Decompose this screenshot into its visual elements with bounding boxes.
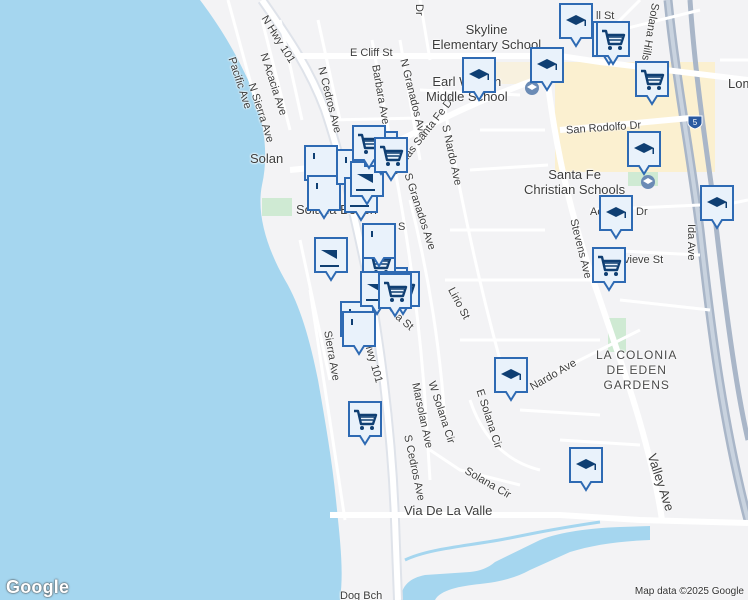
- school-marker[interactable]: [528, 46, 566, 92]
- street-label-ida-ave: Ida Ave: [685, 224, 697, 261]
- cafe-marker[interactable]: [312, 236, 350, 282]
- map-view[interactable]: N Hwy 101 Pacific Ave N Acacia Ave N Sie…: [0, 0, 748, 600]
- school-marker[interactable]: [597, 194, 635, 240]
- school-marker[interactable]: [698, 184, 736, 230]
- restaurant-marker[interactable]: [360, 222, 398, 268]
- restaurant-marker[interactable]: [340, 310, 378, 356]
- school-poi-dot-icon: [641, 175, 655, 189]
- poi-label-skyline-elementary-school: Skyline Elementary School: [432, 22, 542, 52]
- poi-label-santa-fe-christian-schools: Santa Fe Christian Schools: [524, 167, 626, 197]
- shopping-marker[interactable]: [594, 20, 632, 66]
- place-label-solan: Solan: [250, 151, 284, 166]
- map-attribution: Map data ©2025 Google: [634, 586, 744, 597]
- shopping-marker[interactable]: [633, 60, 671, 106]
- area-label-la-colonia-de-eden-gardens: LA COLONIA DE EDEN GARDENS: [596, 348, 678, 392]
- street-label-via-de-la-valle: Via De La Valle: [404, 503, 493, 518]
- school-marker[interactable]: [625, 130, 663, 176]
- street-label-dr-right: Dr: [636, 206, 648, 218]
- shopping-marker[interactable]: [372, 136, 410, 182]
- school-marker[interactable]: [492, 356, 530, 402]
- street-label-lom: Lom: [728, 76, 748, 91]
- shopping-marker[interactable]: [346, 400, 384, 446]
- street-label-e-cliff-st: E Cliff St: [350, 47, 393, 59]
- park: [262, 198, 292, 216]
- shopping-marker[interactable]: [376, 272, 414, 318]
- street-label-s: S: [398, 221, 406, 233]
- beach-label-dog-bch: Dog Bch: [340, 590, 383, 600]
- street-label-vieve-st: vieve St: [624, 254, 664, 266]
- interstate-5-shield-icon: 5: [687, 115, 703, 130]
- street-label-dr-top: Dr: [413, 4, 425, 16]
- ocean: [0, 0, 342, 600]
- shopping-marker[interactable]: [590, 246, 628, 292]
- svg-text:5: 5: [693, 118, 698, 127]
- google-logo: Google: [6, 577, 70, 597]
- school-marker[interactable]: [460, 56, 498, 102]
- school-marker[interactable]: [567, 446, 605, 492]
- lagoon: [400, 526, 650, 600]
